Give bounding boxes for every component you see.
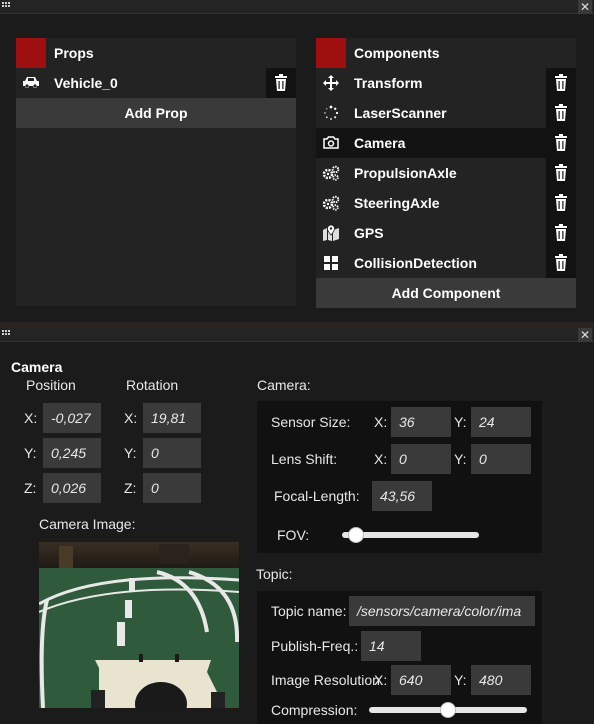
image-resolution-y-axis: Y:: [454, 672, 467, 688]
trash-icon[interactable]: [546, 158, 576, 188]
compression-label: Compression:: [271, 702, 358, 718]
gears-icon: [322, 165, 340, 181]
gears-icon: [322, 195, 340, 211]
sensor-size-x-axis: X:: [374, 414, 388, 430]
lens-shift-y-axis: Y:: [454, 451, 467, 467]
move-arrows-icon: [322, 75, 340, 91]
rotation-y-axis: Y:: [124, 445, 137, 461]
position-z-field[interactable]: 0,026: [43, 473, 101, 503]
component-item-propulsionaxle[interactable]: PropulsionAxle: [316, 158, 576, 188]
props-color-swatch: [16, 38, 46, 68]
prop-item-vehicle[interactable]: Vehicle_0: [16, 68, 296, 98]
fov-label: FOV:: [277, 527, 310, 543]
topic-name-field[interactable]: /sensors/camera/color/ima: [349, 596, 535, 626]
topic-name-label: Topic name:: [271, 603, 347, 619]
camera-icon: [322, 135, 340, 151]
scene-window-titlebar[interactable]: ✕: [0, 0, 594, 14]
props-title: Props: [54, 45, 94, 61]
lens-shift-y-field[interactable]: 0: [471, 444, 531, 474]
position-z-axis: Z:: [24, 480, 37, 496]
close-icon[interactable]: ✕: [578, 0, 592, 14]
focal-length-label: Focal-Length:: [274, 488, 360, 504]
topic-section-label: Topic:: [256, 566, 293, 582]
scene-window: ✕ Props Vehicle_0 Add Prop Components Tr…: [0, 0, 594, 326]
component-item-label: Camera: [354, 135, 406, 151]
component-item-label: LaserScanner: [354, 105, 447, 121]
rotation-y-field[interactable]: 0: [143, 438, 201, 468]
components-panel: Components Transform LaserScanner Camera Pr…: [316, 38, 576, 308]
component-item-collisiondetection[interactable]: CollisionDetection: [316, 248, 576, 278]
rotation-z-axis: Z:: [124, 480, 137, 496]
compression-slider-knob[interactable]: [440, 702, 456, 718]
drag-grip-icon[interactable]: [2, 2, 12, 10]
component-item-transform[interactable]: Transform: [316, 68, 576, 98]
component-item-label: SteeringAxle: [354, 195, 440, 211]
component-item-camera[interactable]: Camera: [316, 128, 576, 158]
trash-icon[interactable]: [546, 188, 576, 218]
drag-grip-icon[interactable]: [2, 330, 12, 338]
component-item-label: PropulsionAxle: [354, 165, 457, 181]
rotation-x-axis: X:: [124, 410, 138, 426]
camera-image-label: Camera Image:: [39, 516, 136, 532]
props-header: Props: [16, 38, 296, 68]
inspector-window-titlebar[interactable]: ✕: [0, 328, 594, 342]
component-item-label: CollisionDetection: [354, 255, 477, 271]
trash-icon[interactable]: [546, 98, 576, 128]
component-item-steeringaxle[interactable]: SteeringAxle: [316, 188, 576, 218]
car-icon: [22, 75, 40, 91]
sensor-size-y-field[interactable]: 24: [471, 407, 531, 437]
trash-icon[interactable]: [546, 68, 576, 98]
publish-freq-label: Publish-Freq.:: [271, 638, 359, 654]
window-grid-icon: [322, 255, 340, 271]
focal-length-field[interactable]: 43,56: [372, 481, 432, 511]
position-y-field[interactable]: 0,245: [43, 438, 101, 468]
trash-icon[interactable]: [266, 68, 296, 98]
rotation-z-field[interactable]: 0: [143, 473, 201, 503]
rotation-label: Rotation: [126, 377, 179, 393]
position-x-field[interactable]: -0,027: [43, 403, 101, 433]
publish-freq-field[interactable]: 14: [361, 631, 421, 661]
lens-shift-x-axis: X:: [374, 451, 388, 467]
rotation-x-field[interactable]: 19,81: [143, 403, 201, 433]
sensor-size-y-axis: Y:: [454, 414, 467, 430]
lens-shift-label: Lens Shift:: [271, 451, 338, 467]
position-label: Position: [26, 377, 76, 393]
prop-item-label: Vehicle_0: [54, 75, 118, 91]
components-header: Components: [316, 38, 576, 68]
component-item-gps[interactable]: GPS: [316, 218, 576, 248]
image-resolution-label: Image Resolution: [271, 672, 380, 688]
trash-icon[interactable]: [546, 248, 576, 278]
sensor-size-x-field[interactable]: 36: [391, 407, 451, 437]
camera-section-label: Camera:: [257, 377, 311, 393]
props-panel: Props Vehicle_0 Add Prop: [16, 38, 296, 306]
component-item-label: GPS: [354, 225, 384, 241]
sensor-size-label: Sensor Size:: [271, 414, 351, 430]
component-item-label: Transform: [354, 75, 423, 91]
camera-preview-image: [39, 542, 239, 708]
components-color-swatch: [316, 38, 346, 68]
image-resolution-y-field[interactable]: 480: [471, 665, 531, 695]
image-resolution-x-field[interactable]: 640: [391, 665, 451, 695]
add-component-button[interactable]: Add Component: [316, 278, 576, 308]
add-prop-button[interactable]: Add Prop: [16, 98, 296, 128]
position-x-axis: X:: [24, 410, 38, 426]
trash-icon[interactable]: [546, 218, 576, 248]
inspector-title: Camera: [11, 359, 63, 375]
components-title: Components: [354, 45, 440, 61]
dotted-circle-icon: [322, 105, 340, 121]
trash-icon[interactable]: [546, 128, 576, 158]
image-resolution-x-axis: X:: [374, 672, 388, 688]
close-icon[interactable]: ✕: [578, 328, 592, 342]
component-item-laserscanner[interactable]: LaserScanner: [316, 98, 576, 128]
map-marker-icon: [322, 224, 340, 241]
fov-slider-knob[interactable]: [347, 527, 364, 543]
position-y-axis: Y:: [24, 445, 37, 461]
lens-shift-x-field[interactable]: 0: [391, 444, 451, 474]
